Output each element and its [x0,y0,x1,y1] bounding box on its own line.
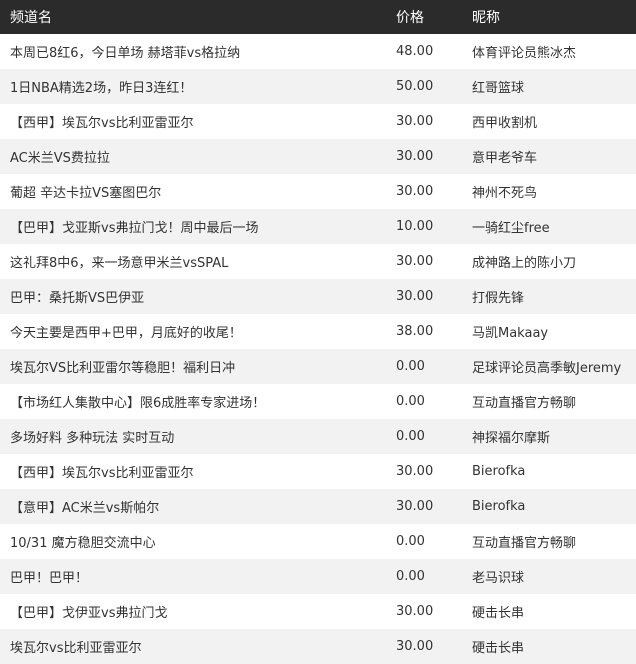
price-cell: 0.00 [396,534,425,549]
table-row[interactable]: 这礼拜8中6，来一场意甲米兰vsSPAL 30.00 成神路上的陈小刀 [0,244,636,279]
price-cell: 50.00 [396,79,434,94]
price-cell: 30.00 [396,149,434,164]
table-body: 本周已8红6，今日单场 赫塔菲vs格拉纳 48.00 体育评论员熊冰杰 1日NBA精选… [0,34,636,664]
channel-name-cell[interactable]: 今天主要是西甲+巴甲，月底好的收尾！ [0,314,396,349]
nickname-cell: 神探福尔摩斯 [472,431,551,446]
channel-name-cell[interactable]: 1日NBA精选2场，昨日3连红！ [0,69,396,104]
nickname-cell: 神州不死鸟 [472,186,538,201]
nickname-cell: 互动直播官方畅聊 [472,396,577,411]
table-row[interactable]: 【巴甲】戈亚斯vs弗拉门戈！周中最后一场 10.00 一骑红尘free [0,209,636,244]
table-row[interactable]: 本周已8红6，今日单场 赫塔菲vs格拉纳 48.00 体育评论员熊冰杰 [0,34,636,69]
nickname-cell: 成神路上的陈小刀 [472,256,577,271]
channel-name-cell[interactable]: 【西甲】埃瓦尔vs比利亚雷亚尔 [0,454,396,489]
table-row[interactable]: 葡超 辛达卡拉VS塞图巴尔 30.00 神州不死鸟 [0,174,636,209]
price-cell: 30.00 [396,184,434,199]
table-row[interactable]: 【西甲】埃瓦尔vs比利亚雷亚尔 30.00 Bierofka [0,454,636,489]
nickname-cell: 老马识球 [472,571,525,586]
price-cell: 0.00 [396,394,425,409]
channel-link[interactable]: 【巴甲】戈亚斯vs弗拉门戈！周中最后一场 [10,221,258,236]
nickname-cell: 红哥篮球 [472,81,525,96]
channel-link[interactable]: 多场好料 多种玩法 实时互动 [10,431,174,446]
price-cell: 30.00 [396,464,434,479]
channel-name-cell[interactable]: 【巴甲】戈亚斯vs弗拉门戈！周中最后一场 [0,209,396,244]
table-row[interactable]: 埃瓦尔vs比利亚雷亚尔 30.00 硬击长串 [0,629,636,664]
table-row[interactable]: 10/31 魔方稳胆交流中心 0.00 互动直播官方畅聊 [0,524,636,559]
channel-link[interactable]: 埃瓦尔VS比利亚雷尔等稳胆！福利日冲 [10,361,235,376]
channel-link[interactable]: 葡超 辛达卡拉VS塞图巴尔 [10,186,161,201]
channel-name-cell[interactable]: 埃瓦尔vs比利亚雷亚尔 [0,629,396,664]
price-cell: 30.00 [396,499,434,514]
table-row[interactable]: 【巴甲】戈伊亚vs弗拉门戈 30.00 硬击长串 [0,594,636,629]
channel-link[interactable]: 1日NBA精选2场，昨日3连红！ [10,81,192,96]
nickname-cell: 马凯Makaay [472,326,549,341]
price-cell: 48.00 [396,44,434,59]
price-cell: 30.00 [396,639,434,654]
channel-name-cell[interactable]: 【西甲】埃瓦尔vs比利亚雷亚尔 [0,104,396,139]
table-row[interactable]: 1日NBA精选2场，昨日3连红！ 50.00 红哥篮球 [0,69,636,104]
channel-link[interactable]: 巴甲：桑托斯VS巴伊亚 [10,291,144,306]
channel-name-cell[interactable]: 本周已8红6，今日单场 赫塔菲vs格拉纳 [0,34,396,69]
nickname-cell: Bierofka [472,464,526,479]
channel-link[interactable]: 埃瓦尔vs比利亚雷亚尔 [10,641,141,656]
price-cell: 30.00 [396,604,434,619]
channel-name-cell[interactable]: 这礼拜8中6，来一场意甲米兰vsSPAL [0,244,396,279]
nickname-cell: Bierofka [472,499,526,514]
price-cell: 30.00 [396,254,434,269]
channel-link[interactable]: 【巴甲】戈伊亚vs弗拉门戈 [10,606,167,621]
nickname-cell: 打假先锋 [472,291,525,306]
price-cell: 0.00 [396,429,425,444]
table-row[interactable]: 今天主要是西甲+巴甲，月底好的收尾！ 38.00 马凯Makaay [0,314,636,349]
nickname-cell: 意甲老爷车 [472,151,538,166]
price-cell: 10.00 [396,219,434,234]
channel-link[interactable]: 【西甲】埃瓦尔vs比利亚雷亚尔 [10,466,193,481]
price-cell: 30.00 [396,289,434,304]
channel-name-cell[interactable]: 10/31 魔方稳胆交流中心 [0,524,396,559]
table-header-row: 频道名 价格 昵称 [0,0,636,34]
nickname-cell: 互动直播官方畅聊 [472,536,577,551]
price-cell: 30.00 [396,114,434,129]
channel-name-cell[interactable]: 埃瓦尔VS比利亚雷尔等稳胆！福利日冲 [0,349,396,384]
nickname-cell: 足球评论员高季敏Jeremy [472,361,622,376]
channel-link[interactable]: 巴甲！巴甲！ [10,571,88,586]
table-row[interactable]: 【意甲】AC米兰vs斯帕尔 30.00 Bierofka [0,489,636,524]
nickname-cell: 西甲收割机 [472,116,538,131]
nickname-cell: 硬击长串 [472,641,525,656]
nickname-cell: 体育评论员熊冰杰 [472,46,577,61]
table-row[interactable]: 巴甲！巴甲！ 0.00 老马识球 [0,559,636,594]
nickname-cell: 硬击长串 [472,606,525,621]
channel-link[interactable]: 【意甲】AC米兰vs斯帕尔 [10,501,159,516]
header-price: 价格 [396,10,424,26]
channel-link[interactable]: 10/31 魔方稳胆交流中心 [10,536,156,551]
table-row[interactable]: 埃瓦尔VS比利亚雷尔等稳胆！福利日冲 0.00 足球评论员高季敏Jeremy [0,349,636,384]
table-row[interactable]: 【市场红人集散中心】限6成胜率专家进场！ 0.00 互动直播官方畅聊 [0,384,636,419]
channel-table: 频道名 价格 昵称 本周已8红6，今日单场 赫塔菲vs格拉纳 48.00 体育评论员… [0,0,636,664]
channel-name-cell[interactable]: 【巴甲】戈伊亚vs弗拉门戈 [0,594,396,629]
price-cell: 38.00 [396,324,434,339]
price-cell: 0.00 [396,359,425,374]
channel-link[interactable]: 【西甲】埃瓦尔vs比利亚雷亚尔 [10,116,193,131]
channel-name-cell[interactable]: AC米兰VS费拉拉 [0,139,396,174]
nickname-cell: 一骑红尘free [472,221,550,236]
channel-link[interactable]: 本周已8红6，今日单场 赫塔菲vs格拉纳 [10,46,240,61]
price-cell: 0.00 [396,569,425,584]
channel-name-cell[interactable]: 【意甲】AC米兰vs斯帕尔 [0,489,396,524]
table-row[interactable]: 巴甲：桑托斯VS巴伊亚 30.00 打假先锋 [0,279,636,314]
channel-name-cell[interactable]: 巴甲！巴甲！ [0,559,396,594]
header-nickname: 昵称 [472,10,500,26]
channel-link[interactable]: 这礼拜8中6，来一场意甲米兰vsSPAL [10,256,228,271]
channel-link[interactable]: AC米兰VS费拉拉 [10,151,110,166]
channel-link[interactable]: 【市场红人集散中心】限6成胜率专家进场！ [10,396,265,411]
table-row[interactable]: 多场好料 多种玩法 实时互动 0.00 神探福尔摩斯 [0,419,636,454]
channel-name-cell[interactable]: 多场好料 多种玩法 实时互动 [0,419,396,454]
channel-name-cell[interactable]: 【市场红人集散中心】限6成胜率专家进场！ [0,384,396,419]
channel-name-cell[interactable]: 巴甲：桑托斯VS巴伊亚 [0,279,396,314]
table-row[interactable]: AC米兰VS费拉拉 30.00 意甲老爷车 [0,139,636,174]
channel-name-cell[interactable]: 葡超 辛达卡拉VS塞图巴尔 [0,174,396,209]
table-row[interactable]: 【西甲】埃瓦尔vs比利亚雷亚尔 30.00 西甲收割机 [0,104,636,139]
header-channel-name: 频道名 [10,10,52,26]
channel-link[interactable]: 今天主要是西甲+巴甲，月底好的收尾！ [10,326,242,341]
